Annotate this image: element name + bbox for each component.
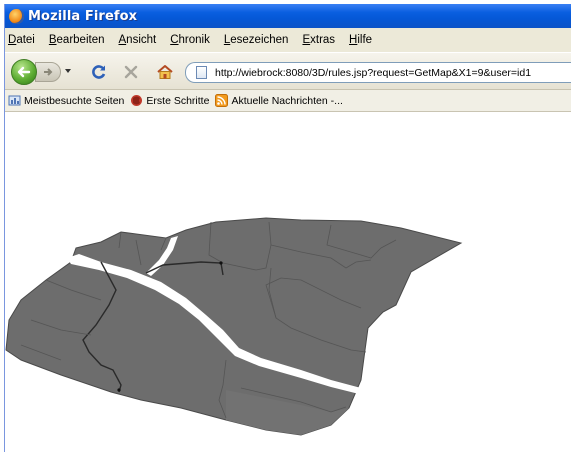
browser-window: Mozilla Firefox Datei Bearbeiten Ansicht…	[4, 4, 571, 452]
forward-arrow-icon	[44, 68, 53, 76]
forward-button[interactable]	[35, 62, 61, 82]
menu-extras-label: xtras	[310, 34, 336, 46]
window-title: Mozilla Firefox	[28, 8, 138, 24]
page-icon	[196, 66, 207, 79]
menu-hilfe[interactable]: Hilfe	[349, 34, 372, 46]
url-text[interactable]: http://wiebrock:8080/3D/rules.jsp?reques…	[215, 67, 531, 79]
back-button[interactable]	[11, 59, 37, 85]
map-marker-lower	[117, 388, 121, 392]
firefox-logo-icon	[9, 8, 24, 24]
menu-extras-accel: E	[302, 34, 311, 46]
firefox-getting-started-icon	[131, 95, 143, 106]
reload-button[interactable]	[89, 62, 109, 82]
home-button[interactable]	[155, 62, 175, 82]
bookmark-news-feed[interactable]: Aktuelle Nachrichten -...	[215, 94, 343, 107]
menu-bearbeiten-label: earbeiten	[56, 34, 105, 46]
url-bar[interactable]: http://wiebrock:8080/3D/rules.jsp?reques…	[185, 62, 571, 83]
menu-bearbeiten-accel: B	[48, 34, 57, 46]
menu-ansicht-label: nsicht	[126, 34, 157, 46]
reload-icon	[92, 65, 106, 79]
navigation-toolbar: http://wiebrock:8080/3D/rules.jsp?reques…	[5, 52, 571, 90]
menu-hilfe-label: ilfe	[357, 34, 373, 46]
bookmark-most-visited[interactable]: Meistbesuchte Seiten	[8, 94, 124, 107]
page-content	[5, 112, 571, 452]
menu-datei[interactable]: Datei	[8, 34, 35, 46]
menu-lesezeichen-label: esezeichen	[230, 34, 289, 46]
bookmarks-toolbar: Meistbesuchte Seiten Erste Schritte Aktu…	[5, 90, 571, 112]
map-rendering	[5, 217, 463, 436]
map-marker-upper	[219, 261, 223, 265]
menu-chronik-label: hronik	[178, 34, 210, 46]
bookmark-getting-started[interactable]: Erste Schritte	[130, 94, 209, 107]
menu-lesezeichen[interactable]: Lesezeichen	[224, 34, 289, 46]
menu-datei-label: atei	[16, 34, 35, 46]
menu-bearbeiten[interactable]: Bearbeiten	[49, 34, 105, 46]
menu-chronik-accel: C	[170, 34, 179, 46]
stop-button[interactable]	[121, 62, 141, 82]
home-icon	[157, 65, 173, 79]
stop-icon	[124, 65, 138, 79]
history-dropdown-icon[interactable]	[65, 69, 71, 73]
bookmark-news-feed-label: Aktuelle Nachrichten -...	[231, 94, 343, 107]
menu-chronik[interactable]: Chronik	[170, 34, 210, 46]
rss-feed-icon	[215, 94, 229, 107]
back-arrow-icon	[17, 66, 31, 78]
bookmark-most-visited-label: Meistbesuchte Seiten	[24, 94, 125, 107]
bookmark-getting-started-label: Erste Schritte	[146, 94, 210, 107]
menu-extras[interactable]: Extras	[302, 34, 335, 46]
menu-bar: Datei Bearbeiten Ansicht Chronik Lesezei…	[5, 28, 571, 52]
most-visited-icon	[8, 95, 21, 106]
title-bar[interactable]: Mozilla Firefox	[5, 4, 571, 28]
menu-ansicht[interactable]: Ansicht	[119, 34, 157, 46]
